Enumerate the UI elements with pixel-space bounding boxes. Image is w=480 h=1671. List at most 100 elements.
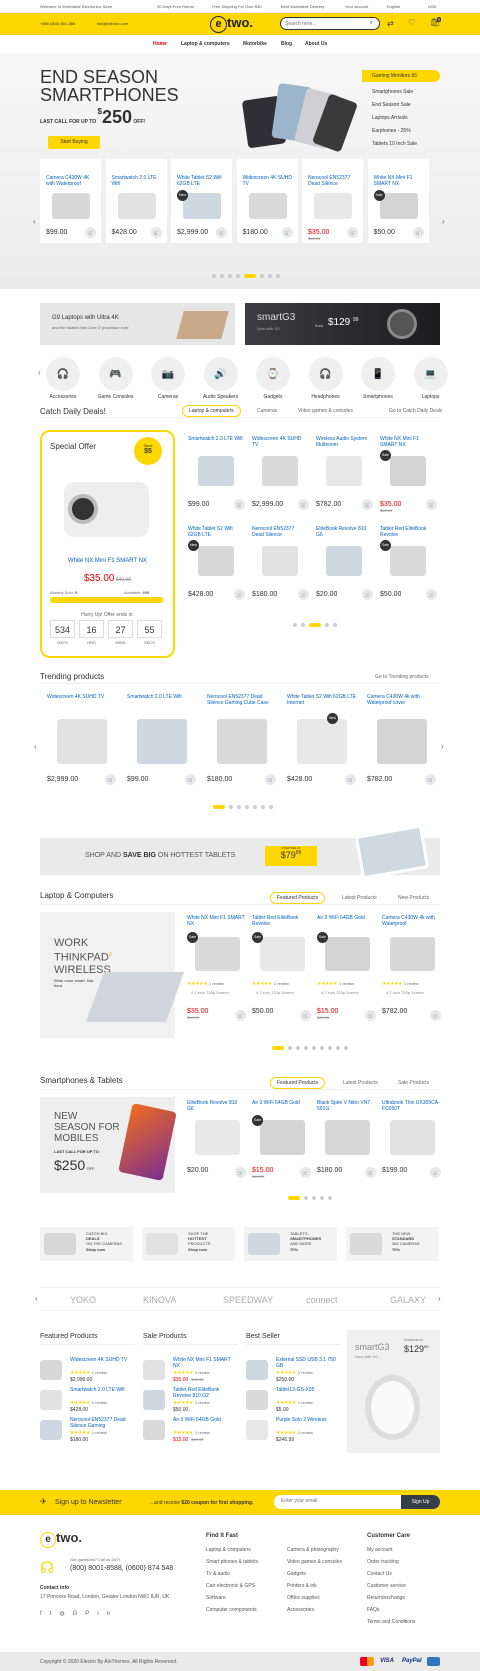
search-box[interactable]: ⌕ (280, 17, 380, 30)
add-to-cart-button[interactable]: 🛒 (234, 499, 245, 510)
banner-smart-g3[interactable]: smartG3 Now with 4G from $129 99 (245, 303, 440, 345)
currency-select[interactable]: USD (428, 4, 436, 9)
mini-banner-cta[interactable]: 70% (392, 1247, 420, 1252)
footer-link[interactable]: FAQs (367, 1607, 415, 1613)
trending-product-card[interactable]: Smartwatch 2.0 LTE Wifi $99.00 🛒 (125, 694, 199, 785)
product-name[interactable]: External SSD USB 3.1 750 GB (276, 1357, 341, 1369)
mini-banner[interactable]: TABLETS, SMARTPHONES AND MORE 70% (244, 1227, 337, 1261)
add-to-cart-button[interactable]: 🛒 (281, 227, 293, 238)
facebook-icon[interactable]: f (40, 1611, 50, 1617)
mini-banner-cta[interactable]: Shop now (86, 1247, 122, 1252)
list-item[interactable]: Tablet13-GS-X05 ★★★★★ 1 review $5.00 (246, 1387, 341, 1415)
list-item[interactable]: Air 3 WiFi 64GB Gold ★★★★★ 1 review $15.00 $… (143, 1417, 238, 1445)
brands-prev-icon[interactable]: ‹ (35, 1294, 38, 1303)
product-name[interactable]: Camera C430W 4K with Waterproof (46, 175, 96, 187)
review-count[interactable]: 1 review (404, 981, 419, 986)
laptops-tab-latest[interactable]: Latest Products (342, 895, 377, 901)
trending-product-card[interactable]: Camera C430W 4k with Waterproof cover $78… (365, 694, 439, 785)
trending-product-card[interactable]: Widescreen 4K SUHD TV $2,999.00 🛒 (45, 694, 119, 785)
product-name[interactable]: White NX Mini F1 SMART NX (380, 436, 435, 448)
product-name[interactable]: EliteBook Revolve 810 G6 (316, 526, 371, 538)
product-name[interactable]: White NX Mini F1 SMART NX (374, 175, 424, 187)
category-item[interactable]: 💻 Laptops (408, 357, 454, 400)
trending-prev-icon[interactable]: ‹ (34, 742, 37, 751)
product-name[interactable]: Air 3 WiFi 64GB Gold (252, 1100, 310, 1106)
hero-product-card[interactable]: Camera C430W 4K with Waterproof $99.00 🛒 (40, 159, 101, 243)
start-buying-button[interactable]: Start Buying (48, 136, 100, 149)
hero-menu-item[interactable]: Earphones - 25% (372, 125, 440, 138)
promo-shipping[interactable]: Free Shipping For Over $30 (212, 4, 262, 9)
google-plus-icon[interactable]: G (73, 1611, 86, 1617)
product-name[interactable]: White Tablet S2 Wifi 62GB LTE (188, 526, 243, 538)
list-item[interactable]: External SSD USB 3.1 750 GB ★★★★★ 1 review… (246, 1357, 341, 1385)
banner-g9-laptops[interactable]: G9 Laptops with Ultra 4K and the fastest… (40, 303, 235, 345)
account-link[interactable]: Your account (345, 4, 368, 9)
phones-tab-sale[interactable]: Sale Products (398, 1080, 429, 1086)
language-select[interactable]: English (387, 4, 400, 9)
hero-menu-item[interactable]: Smartphones Sale (372, 86, 440, 99)
footer-link[interactable]: Gadgets (287, 1571, 342, 1577)
phone-product-card[interactable]: Ultrabook Thin UX305CA-FC050T $199.00 🛒 (380, 1100, 442, 1185)
product-name[interactable]: Wireless Audio System Multiroom (316, 436, 371, 448)
trending-product-card[interactable]: White Tablet S2 Wifi 62GB LTE Internet Ne… (285, 694, 359, 785)
deal-product-card[interactable]: White Tablet S2 Wifi 62GB LTE New $428.00 🛒 (186, 526, 246, 611)
thinkpad-promo[interactable]: WORK THINKPAD3 WIRELESS Work more smart.… (40, 912, 185, 1038)
product-name[interactable]: Nerocool EN52377 Dead Silence Gaming Cub… (207, 694, 277, 706)
add-to-cart-button[interactable]: 🛒 (365, 1010, 376, 1021)
add-to-cart-button[interactable]: 🛒 (185, 774, 196, 785)
footer-logo[interactable]: e two. (40, 1530, 82, 1548)
product-name[interactable]: Smartwatch 2.0 LTE Wifi (112, 175, 162, 187)
nav-about[interactable]: About Us (305, 41, 327, 47)
list-item[interactable]: Smartwatch 2.0 LTE Wifi ★★★★★ 1 review $428… (40, 1387, 135, 1415)
laptop-product-card[interactable]: Camera C430W 4k with Waterproof ★★★★★ 1 re… (380, 915, 442, 1025)
footer-link[interactable]: Cart electronic & GPS (206, 1583, 258, 1589)
hero-product-card[interactable]: Nerocool EN52377 Dead Silence $35.00 $40.0… (302, 159, 363, 243)
review-count[interactable]: 1 review (274, 981, 289, 986)
mini-banner-cta[interactable]: 70% (290, 1247, 321, 1252)
laptops-tab-new[interactable]: New Products (398, 895, 429, 901)
mobiles-promo[interactable]: NEW SEASON FOR MOBILES LAST CALL FOR UP … (40, 1097, 177, 1193)
twitter-icon[interactable]: t (50, 1611, 60, 1617)
footer-link[interactable]: Return/exchange (367, 1595, 415, 1601)
add-to-cart-button[interactable]: 🛒 (300, 1167, 311, 1178)
add-to-cart-button[interactable]: 🛒 (426, 499, 437, 510)
review-count[interactable]: 1 review (195, 1400, 210, 1405)
product-name[interactable]: Tablet Red EliteBook Revolve (380, 526, 435, 538)
category-item[interactable]: 🎧 Accessories (40, 357, 86, 400)
footer-link[interactable]: Customer service (367, 1583, 415, 1589)
footer-link[interactable]: Office supplies (287, 1595, 342, 1601)
hero-product-card[interactable]: Smartwatch 2.0 LTE Wifi $428.00 🛒 (105, 159, 167, 243)
mini-banner[interactable]: THE NEW STANDARD 360 CAMERAS 70% (346, 1227, 439, 1261)
product-name[interactable]: White NX Mini F1 SMART NX (187, 915, 245, 927)
hero-menu-item[interactable]: Laptops Arrivals (372, 112, 440, 125)
add-to-cart-button[interactable]: 🛒 (234, 589, 245, 600)
add-to-cart-button[interactable]: 🛒 (365, 1167, 376, 1178)
linkedin-icon[interactable]: in (97, 1611, 118, 1617)
laptop-product-card[interactable]: White NX Mini F1 SMART NX Sale ★★★★★ 1 revi… (185, 915, 247, 1025)
review-count[interactable]: 1 review (92, 1430, 107, 1435)
add-to-cart-button[interactable]: 🛒 (85, 227, 96, 238)
phones-tab-latest[interactable]: Latest Products (343, 1080, 378, 1086)
product-name[interactable]: Smartwatch 2.0 LTE Wifi (127, 694, 197, 700)
product-name[interactable]: Widescreen 4K SUHD TV (252, 436, 307, 448)
product-name[interactable]: Ultrabook Thin UX305CA-FC050T (382, 1100, 440, 1112)
promo-returns[interactable]: 30 Days Free Return (157, 4, 194, 9)
add-to-cart-button[interactable]: 🛒 (426, 589, 437, 600)
review-count[interactable]: 1 review (339, 981, 354, 986)
review-count[interactable]: 1 review (209, 981, 224, 986)
footer-link[interactable]: Order tracking (367, 1559, 415, 1565)
footer-link[interactable]: Terms and Conditions (367, 1619, 415, 1625)
nav-blog[interactable]: Blog (281, 41, 292, 47)
nav-home[interactable]: Home (153, 41, 167, 47)
add-to-cart-button[interactable]: 🛒 (300, 1010, 311, 1021)
list-item[interactable]: Widescreen 4K SUHD TV ★★★★★ 1 review $2,999… (40, 1357, 135, 1385)
phones-tab-featured[interactable]: Featured Products (270, 1077, 326, 1089)
add-to-cart-button[interactable]: 🛒 (235, 1167, 246, 1178)
category-item[interactable]: 🔊 Audio Speakers (198, 357, 244, 400)
list-item[interactable]: Purple Solo 2 Wireless ★★★★★ 1 review $246.… (246, 1417, 341, 1445)
side-g3-banner[interactable]: smartG3 Now with 4G STARTING AT $12999 (347, 1330, 440, 1453)
add-to-cart-button[interactable]: 🛒 (430, 1010, 441, 1021)
add-to-cart-button[interactable]: 🛒 (345, 774, 356, 785)
review-count[interactable]: 1 review (298, 1430, 313, 1435)
review-count[interactable]: 1 review (92, 1370, 107, 1375)
